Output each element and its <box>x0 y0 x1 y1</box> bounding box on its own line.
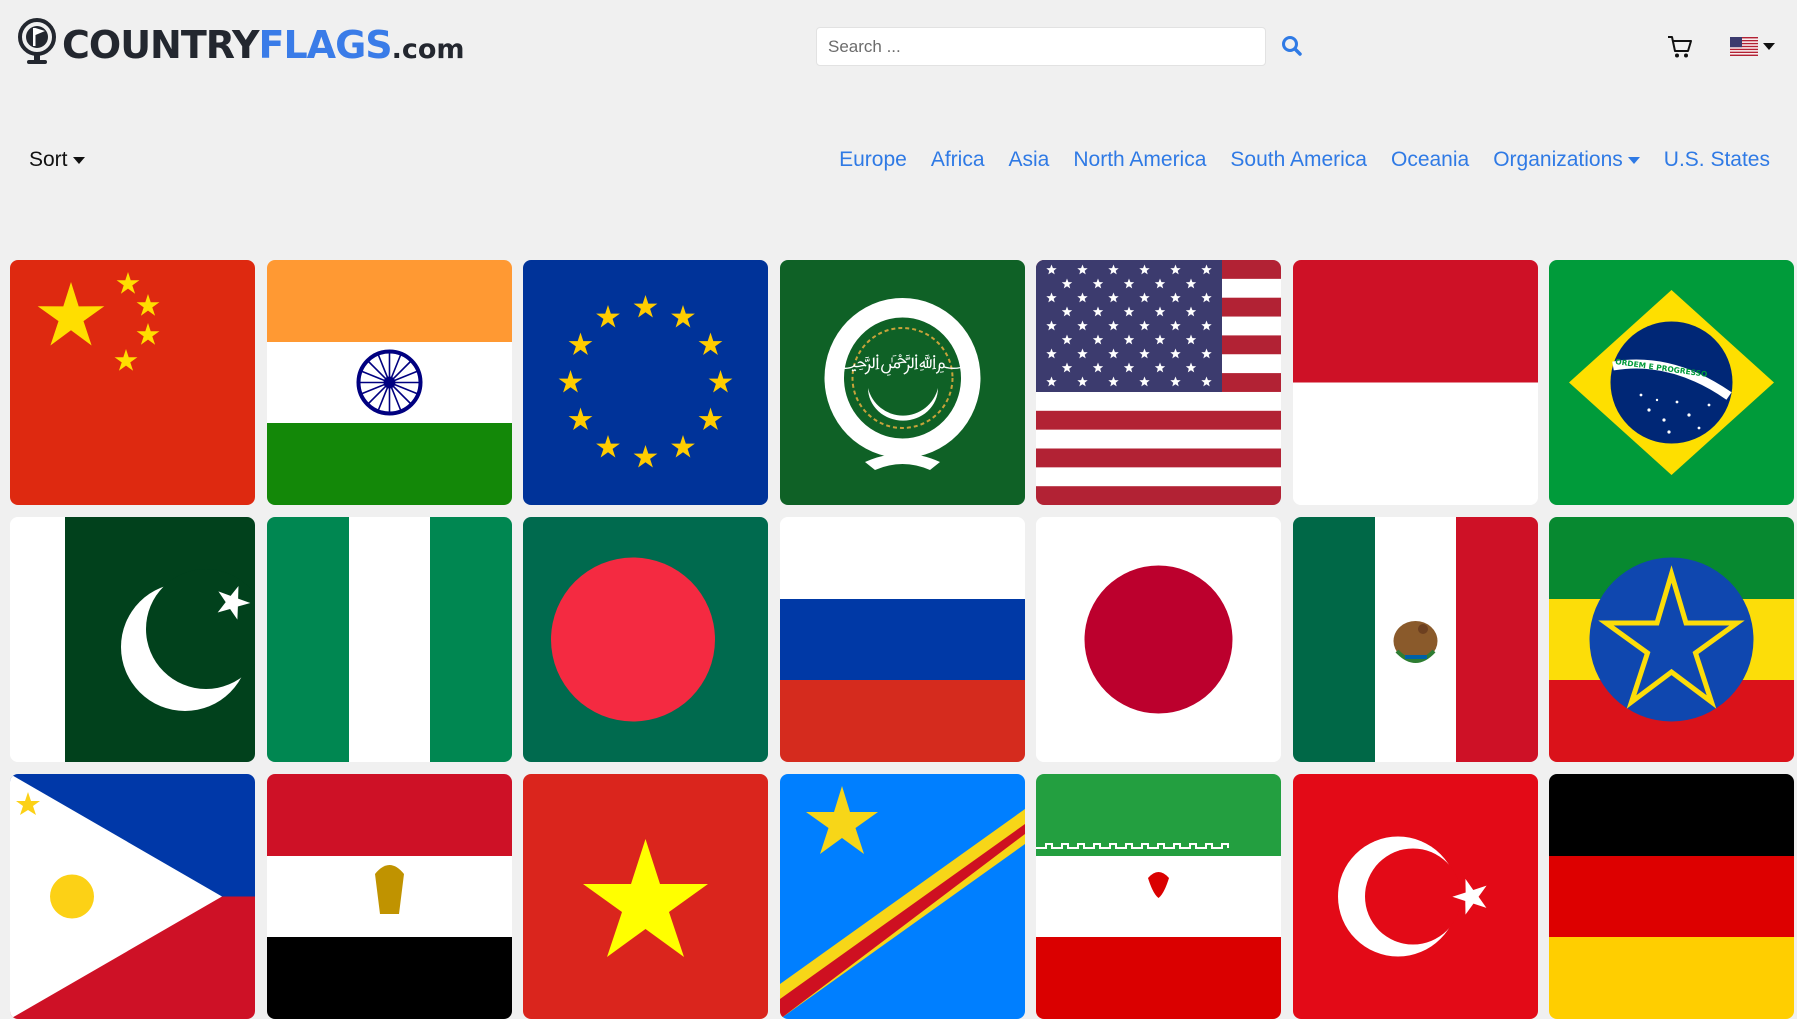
logo-part-country: COUNTRY <box>62 23 258 67</box>
eu-flag-icon <box>523 260 768 505</box>
flag-card-mexico[interactable] <box>1293 517 1538 762</box>
united-states-flag-icon <box>1036 260 1281 505</box>
philippines-flag-icon <box>10 774 255 1019</box>
site-logo[interactable]: COUNTRYFLAGS.com <box>18 18 465 66</box>
logo-part-flags: FLAGS <box>258 23 391 67</box>
flag-card-ethiopia[interactable] <box>1549 517 1794 762</box>
nav-link-europe[interactable]: Europe <box>839 148 907 172</box>
flag-card-european-union[interactable] <box>523 260 768 505</box>
nav-link-africa[interactable]: Africa <box>931 148 985 172</box>
pakistan-flag-icon <box>10 517 255 762</box>
germany-flag-icon <box>1549 774 1794 1019</box>
chevron-down-icon <box>73 157 85 164</box>
flag-card-vietnam[interactable] <box>523 774 768 1019</box>
chevron-down-icon <box>1763 43 1775 50</box>
ethiopia-flag-icon <box>1549 517 1794 762</box>
nav-link-organizations-label: Organizations <box>1493 148 1623 172</box>
sort-dropdown[interactable]: Sort <box>29 148 85 172</box>
flag-card-egypt[interactable] <box>267 774 512 1019</box>
mexico-flag-icon <box>1293 517 1538 762</box>
dr-congo-flag-icon <box>780 774 1025 1019</box>
russia-flag-icon <box>780 517 1025 762</box>
language-selector[interactable] <box>1730 37 1775 56</box>
nav-link-organizations[interactable]: Organizations <box>1493 148 1640 172</box>
turkey-flag-icon <box>1293 774 1538 1019</box>
flag-card-germany[interactable] <box>1549 774 1794 1019</box>
vietnam-flag-icon <box>523 774 768 1019</box>
search-icon[interactable] <box>1281 35 1303 57</box>
bangladesh-flag-icon <box>523 517 768 762</box>
globe-flag-logo-icon <box>18 18 56 66</box>
arab-league-flag-icon: ﷽ <box>780 260 1025 505</box>
flag-card-nigeria[interactable] <box>267 517 512 762</box>
nav-link-us-states[interactable]: U.S. States <box>1664 148 1770 172</box>
search-input[interactable] <box>816 27 1266 66</box>
brazil-flag-icon: ORDEM E PROGRESSO <box>1549 260 1794 505</box>
nav-link-north-america[interactable]: North America <box>1073 148 1206 172</box>
flag-card-turkey[interactable] <box>1293 774 1538 1019</box>
flag-card-indonesia[interactable] <box>1293 260 1538 505</box>
sort-label: Sort <box>29 148 68 172</box>
flag-card-pakistan[interactable] <box>10 517 255 762</box>
indonesia-flag-icon <box>1293 260 1538 505</box>
logo-text: COUNTRYFLAGS.com <box>62 26 465 64</box>
nav-link-south-america[interactable]: South America <box>1230 148 1367 172</box>
egypt-flag-icon <box>267 774 512 1019</box>
flag-card-bangladesh[interactable] <box>523 517 768 762</box>
logo-part-com: .com <box>392 34 465 65</box>
nav-link-oceania[interactable]: Oceania <box>1391 148 1469 172</box>
iran-flag-icon <box>1036 774 1281 1019</box>
flag-card-dr-congo[interactable] <box>780 774 1025 1019</box>
region-nav: Europe Africa Asia North America South A… <box>815 148 1770 172</box>
nav-link-asia[interactable]: Asia <box>1009 148 1050 172</box>
flag-card-india[interactable] <box>267 260 512 505</box>
india-flag-icon <box>267 260 512 505</box>
flag-card-china[interactable] <box>10 260 255 505</box>
flag-card-russia[interactable] <box>780 517 1025 762</box>
flag-card-iran[interactable] <box>1036 774 1281 1019</box>
flag-card-brazil[interactable]: ORDEM E PROGRESSO <box>1549 260 1794 505</box>
japan-flag-icon <box>1036 517 1281 762</box>
flag-card-united-states[interactable] <box>1036 260 1281 505</box>
flag-grid: ﷽ ORDEM E PROG <box>10 260 1794 1019</box>
flag-card-philippines[interactable] <box>10 774 255 1019</box>
nigeria-flag-icon <box>267 517 512 762</box>
cart-icon[interactable] <box>1667 35 1693 59</box>
us-flag-icon <box>1730 37 1758 56</box>
flag-card-arab-league[interactable]: ﷽ <box>780 260 1025 505</box>
china-flag-icon <box>10 260 255 505</box>
flag-card-japan[interactable] <box>1036 517 1281 762</box>
chevron-down-icon <box>1628 157 1640 164</box>
svg-text:﷽: ﷽ <box>825 349 979 376</box>
